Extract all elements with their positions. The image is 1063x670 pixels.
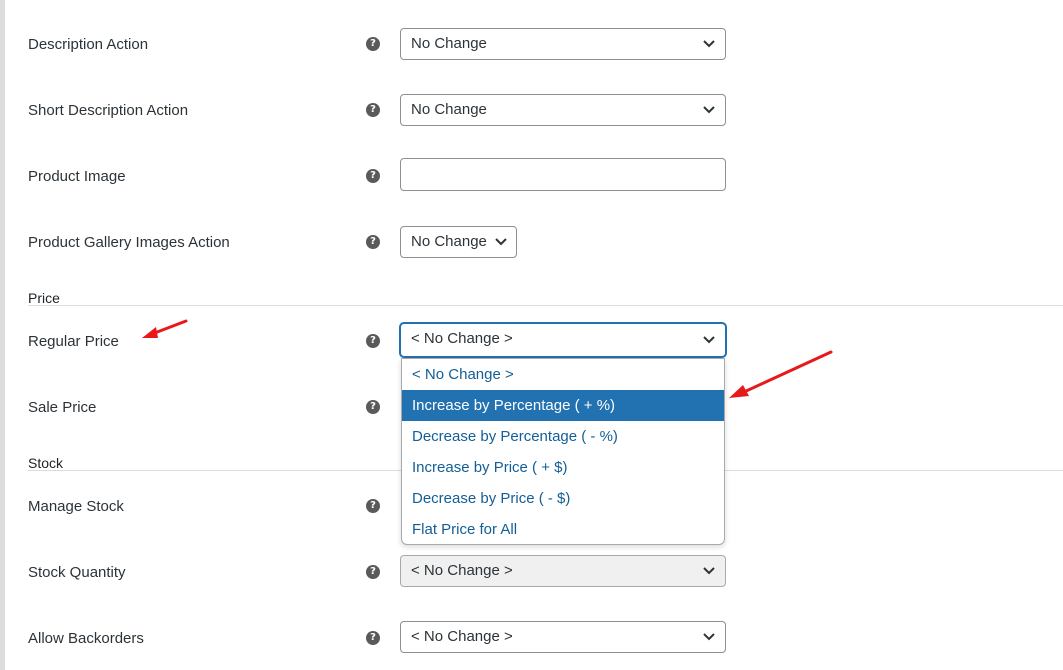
stock-quantity-select[interactable]: < No Change > xyxy=(400,555,726,587)
help-icon[interactable]: ? xyxy=(366,499,380,513)
short-description-action-select[interactable]: No Change xyxy=(400,94,726,126)
manage-stock-label: Manage Stock xyxy=(28,498,124,515)
dropdown-option-increase-price[interactable]: Increase by Price ( + $) xyxy=(402,452,724,483)
allow-backorders-label: Allow Backorders xyxy=(28,630,144,647)
chevron-down-icon xyxy=(703,336,715,344)
dropdown-option-decrease-percentage[interactable]: Decrease by Percentage ( - %) xyxy=(402,421,724,452)
help-icon[interactable]: ? xyxy=(366,631,380,645)
annotation-arrow-dropdown-option xyxy=(729,350,833,398)
help-icon[interactable]: ? xyxy=(366,565,380,579)
description-action-value: No Change xyxy=(411,35,487,52)
dropdown-option-increase-percentage[interactable]: Increase by Percentage ( + %) xyxy=(402,390,724,421)
allow-backorders-value: < No Change > xyxy=(411,628,513,645)
dropdown-option-decrease-price[interactable]: Decrease by Price ( - $) xyxy=(402,483,724,514)
regular-price-select[interactable]: < No Change > xyxy=(400,323,726,357)
price-section-title: Price xyxy=(28,290,60,306)
help-icon[interactable]: ? xyxy=(366,334,380,348)
help-icon[interactable]: ? xyxy=(366,400,380,414)
help-icon[interactable]: ? xyxy=(366,37,380,51)
chevron-down-icon xyxy=(495,238,507,246)
regular-price-dropdown-list: < No Change > Increase by Percentage ( +… xyxy=(401,358,725,545)
dropdown-option-no-change[interactable]: < No Change > xyxy=(402,359,724,390)
sale-price-label: Sale Price xyxy=(28,399,97,416)
chevron-down-icon xyxy=(703,567,715,575)
product-image-input[interactable] xyxy=(400,158,726,191)
allow-backorders-select[interactable]: < No Change > xyxy=(400,621,726,653)
stock-quantity-label: Stock Quantity xyxy=(28,564,126,581)
regular-price-value: < No Change > xyxy=(411,330,513,347)
left-border xyxy=(0,0,5,670)
product-gallery-images-action-select[interactable]: No Change xyxy=(400,226,517,258)
chevron-down-icon xyxy=(703,633,715,641)
short-description-action-value: No Change xyxy=(411,101,487,118)
stock-section-title: Stock xyxy=(28,455,64,471)
chevron-down-icon xyxy=(703,106,715,114)
description-action-select[interactable]: No Change xyxy=(400,28,726,60)
price-section-divider xyxy=(28,305,1063,306)
help-icon[interactable]: ? xyxy=(366,103,380,117)
product-gallery-images-action-label: Product Gallery Images Action xyxy=(28,234,230,251)
stock-quantity-value: < No Change > xyxy=(411,562,513,579)
chevron-down-icon xyxy=(703,40,715,48)
short-description-action-label: Short Description Action xyxy=(28,102,189,119)
dropdown-option-flat-price[interactable]: Flat Price for All xyxy=(402,514,724,544)
description-action-label: Description Action xyxy=(28,36,149,53)
product-image-label: Product Image xyxy=(28,168,126,185)
product-gallery-images-action-value: No Change xyxy=(411,233,487,250)
help-icon[interactable]: ? xyxy=(366,235,380,249)
annotation-arrow-regular-price xyxy=(142,319,188,338)
help-icon[interactable]: ? xyxy=(366,169,380,183)
regular-price-label: Regular Price xyxy=(28,333,119,350)
